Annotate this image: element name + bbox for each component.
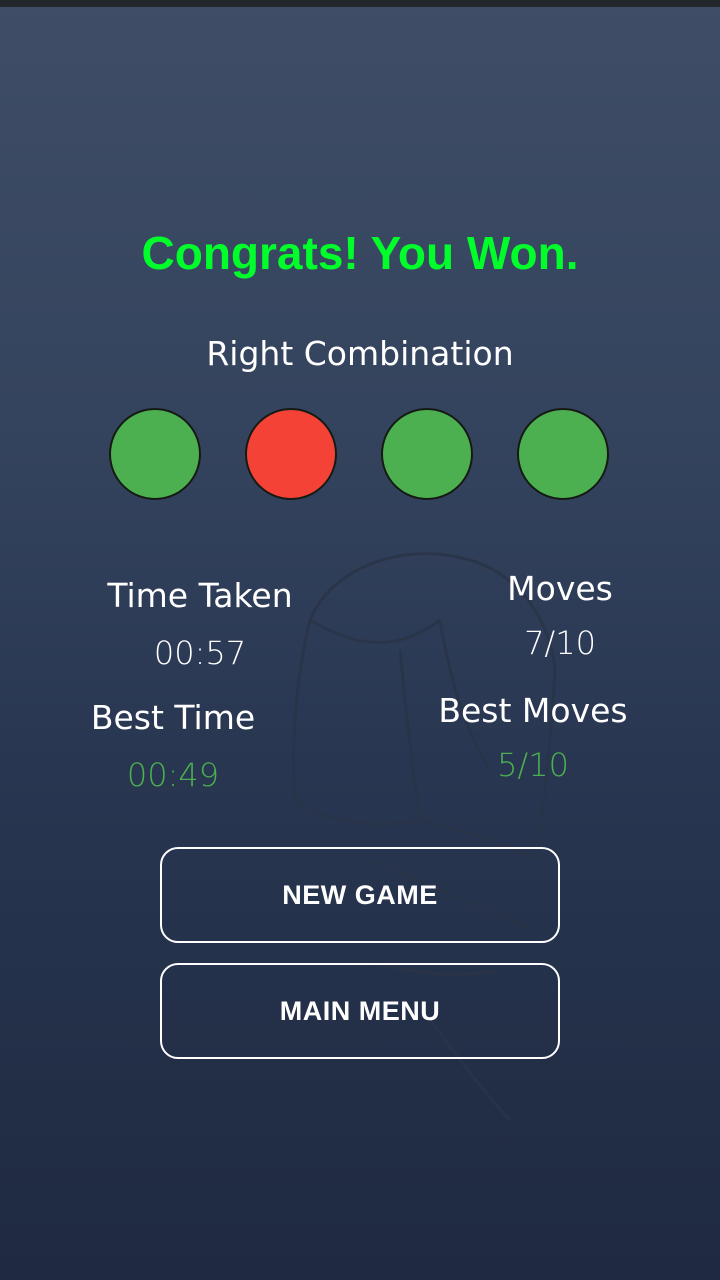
best-time-value: 00:49 [126,756,220,794]
best-time-label: Best Time [90,698,256,737]
time-taken-label: Time Taken [107,576,293,615]
win-title: Congrats! You Won. [141,227,579,279]
moves-label: Moves [507,569,613,608]
right-combination-label: Right Combination [206,334,514,373]
combination-peg-3 [381,408,473,500]
status-bar [0,0,720,7]
combination-peg-4 [517,408,609,500]
best-moves-label: Best Moves [438,691,628,730]
best-moves-value: 5/10 [497,746,569,784]
moves-value: 7/10 [524,624,596,662]
combination-peg-1 [109,408,201,500]
new-game-button[interactable]: NEW GAME [160,847,560,943]
combination-peg-2 [245,408,337,500]
main-menu-button[interactable]: MAIN MENU [160,963,560,1059]
time-taken-value: 00:57 [153,634,247,672]
